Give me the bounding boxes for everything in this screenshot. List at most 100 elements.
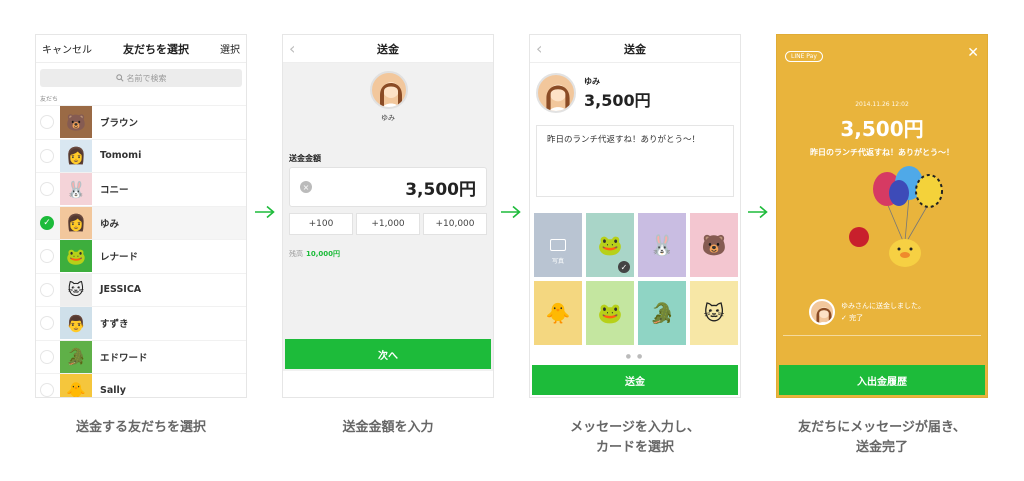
friend-row[interactable]: 🐰 コニー	[36, 172, 246, 206]
amount-input[interactable]: × 3,500円	[289, 167, 487, 207]
select-button[interactable]: 選択	[220, 41, 240, 56]
search-input[interactable]: 名前で検索	[40, 69, 242, 87]
cancel-button[interactable]: キャンセル	[42, 41, 92, 56]
friend-row[interactable]: 👩 Tomomi	[36, 138, 246, 173]
sticker-card[interactable]: 🐰	[638, 213, 686, 277]
arrow-right-icon	[748, 205, 768, 219]
sticker-card-selected[interactable]: 🐸 ✓	[586, 213, 634, 277]
friend-row[interactable]: 🐥 Sally	[36, 373, 246, 397]
friend-name: JESSICA	[100, 284, 142, 296]
step3-caption: メッセージを入力し、 カードを選択	[520, 418, 750, 458]
add-10000-button[interactable]: +10,000	[423, 213, 487, 235]
friend-name: コニー	[100, 185, 129, 197]
status-text: ✓ 完了	[841, 314, 864, 322]
enter-amount-screen: ‹ 送金 ゆみ 送金金額 × 3,500円 +100 +1,000 +10,00…	[282, 34, 494, 398]
balance: 残高 10,000円	[289, 249, 340, 259]
checkbox[interactable]	[40, 115, 54, 130]
friend-row[interactable]: 🐻 ブラウン	[36, 105, 246, 139]
sticker-card[interactable]: 🐥	[534, 281, 582, 345]
avatar: 👩	[60, 206, 92, 239]
step1-caption: 送金する友だちを選択	[26, 418, 256, 438]
recipient-name: ゆみ	[584, 76, 600, 86]
amount-label: 送金金額	[289, 154, 321, 163]
balance-label: 残高	[289, 250, 303, 258]
friend-name: すずき	[100, 319, 129, 331]
checkbox-checked[interactable]: ✓	[40, 215, 54, 230]
avatar: 🐊	[60, 340, 92, 373]
photo-card[interactable]: 写真	[534, 213, 582, 277]
balance-value: 10,000円	[306, 250, 341, 258]
avatar: 🐻	[60, 106, 92, 139]
caption-line: カードを選択	[595, 440, 674, 455]
recipient-avatar	[370, 71, 408, 109]
recipient-header: ゆみ 3,500円	[530, 63, 740, 123]
sticker-card[interactable]: 🐻	[690, 213, 738, 277]
checkbox[interactable]	[40, 383, 54, 397]
friend-name: ゆみ	[100, 218, 120, 230]
quick-amount-buttons: +100 +1,000 +10,000	[289, 213, 487, 235]
page-indicator: ● ●	[625, 353, 645, 360]
sticker-card[interactable]: 🐱	[690, 281, 738, 345]
recipient-avatar	[809, 299, 835, 325]
search-icon	[115, 74, 124, 82]
back-icon[interactable]: ‹	[289, 39, 309, 58]
close-icon[interactable]: ✕	[967, 45, 979, 61]
caption-line: メッセージを入力し、	[570, 420, 700, 435]
avatar: 👩	[60, 139, 92, 172]
add-100-button[interactable]: +100	[289, 213, 353, 235]
transfer-date: 2014.11.26 12:02	[855, 101, 909, 108]
message-input[interactable]: 昨日のランチ代返すね！ありがとう〜！	[536, 125, 734, 197]
sticker-card[interactable]: 🐸	[586, 281, 634, 345]
amount-form: ゆみ 送金金額 × 3,500円 +100 +1,000 +10,000 残高 1…	[283, 63, 493, 371]
next-button[interactable]: 次へ	[285, 339, 491, 369]
check-icon: ✓	[618, 261, 630, 273]
transfer-complete-screen: LINE Pay ✕ 2014.11.26 12:02 3,500円 昨日のラン…	[776, 34, 988, 398]
notice-text: ゆみさんに送金しました。	[841, 302, 925, 310]
checkbox[interactable]	[40, 249, 54, 264]
checkbox[interactable]	[40, 349, 54, 364]
friend-name: Tomomi	[100, 150, 142, 162]
history-button[interactable]: 入出金履歴	[779, 365, 985, 395]
send-button[interactable]: 送金	[532, 365, 738, 395]
select-friend-screen: キャンセル 友だちを選択 選択 名前で検索 友だち 🐻 ブラウン 👩 Tomom…	[35, 34, 247, 398]
clear-icon[interactable]: ×	[300, 181, 312, 193]
friends-section-label: 友だち	[40, 96, 59, 103]
sticker-card[interactable]: 🐊	[638, 281, 686, 345]
amount-value: 3,500円	[584, 90, 651, 110]
recipient-avatar	[536, 73, 576, 113]
caption-line: 友だちにメッセージが届き、	[798, 420, 966, 435]
amount-value: 3,500円	[405, 179, 476, 200]
photo-label: 写真	[551, 258, 564, 265]
avatar: 🐸	[60, 240, 92, 273]
checkbox[interactable]	[40, 316, 54, 331]
avatar: 🐥	[60, 374, 92, 397]
amount-value: 3,500円	[840, 117, 924, 141]
friend-row-selected[interactable]: ✓ 👩 ゆみ	[36, 205, 246, 239]
friend-row[interactable]: 🐊 エドワード	[36, 339, 246, 374]
checkbox[interactable]	[40, 282, 54, 297]
arrow-right-icon	[501, 205, 521, 219]
search-placeholder: 名前で検索	[126, 73, 167, 83]
transfer-notice: ゆみさんに送金しました。 ✓ 完了	[809, 299, 925, 325]
friend-name: ブラウン	[100, 118, 139, 130]
nav-bar: キャンセル 友だちを選択 選択	[36, 35, 246, 63]
balloon-illustration	[849, 166, 943, 267]
checkbox[interactable]	[40, 182, 54, 197]
caption-text: 送金金額を入力	[342, 420, 434, 435]
friend-row[interactable]: 👨 すずき	[36, 306, 246, 340]
arrow-right-icon	[255, 205, 275, 219]
screen-title: 送金	[624, 42, 646, 56]
caption-line: 送金完了	[855, 440, 908, 455]
friend-name: エドワード	[100, 352, 148, 364]
screen-title: 送金	[377, 42, 399, 56]
friend-row[interactable]: 🐱 JESSICA	[36, 272, 246, 307]
avatar: 🐱	[60, 273, 92, 306]
card-grid: 写真 🐸 ✓ 🐰 🐻 🐥 🐸 🐊 🐱	[534, 213, 738, 345]
back-icon[interactable]: ‹	[536, 39, 556, 58]
add-1000-button[interactable]: +1,000	[356, 213, 420, 235]
checkbox[interactable]	[40, 148, 54, 163]
nav-bar: ‹ 送金	[530, 35, 740, 63]
camera-icon	[550, 239, 566, 251]
friend-row[interactable]: 🐸 レナード	[36, 239, 246, 273]
screen-title: 友だちを選択	[123, 42, 189, 56]
